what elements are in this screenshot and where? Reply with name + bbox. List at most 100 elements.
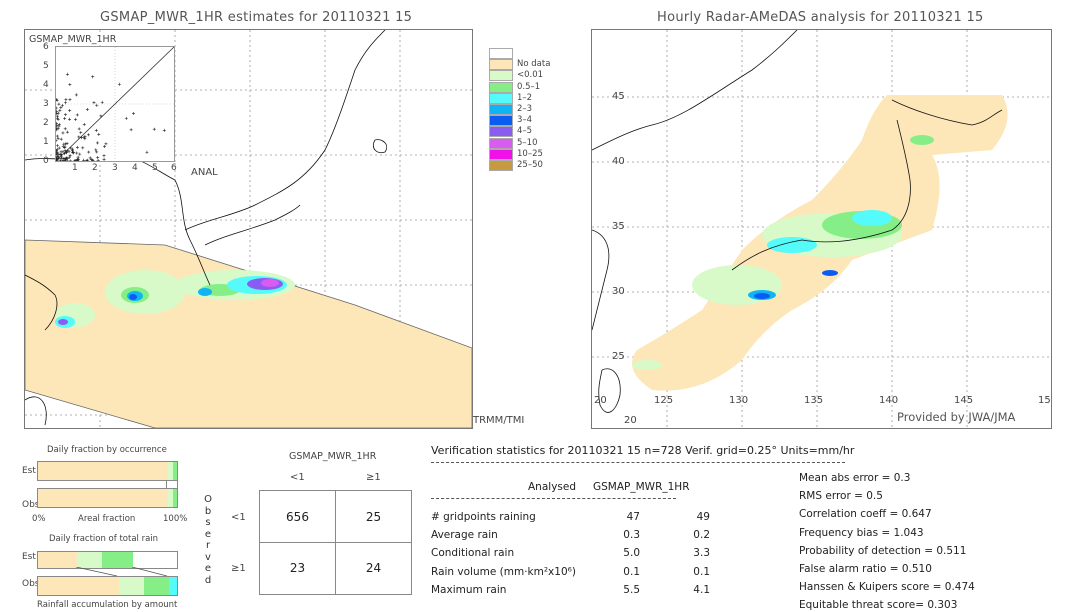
scatter-point [79,131,83,135]
legend-label: 5–10 [517,137,538,148]
lon-label: 20 [594,395,607,406]
scatter-point [61,131,65,135]
scatter-point [96,159,100,161]
rain-connector-lines [75,567,168,576]
occurrence-est-label: Est [22,466,36,476]
legend-label: 2–3 [517,104,533,114]
legend-swatch [489,92,513,104]
scatter-point [56,109,59,113]
legend-swatch [489,115,513,127]
side-label-char: v [205,551,211,563]
contingency-col-label: ≥1 [366,472,381,483]
contingency-cell: 23 [289,561,306,575]
side-label-char: s [205,517,211,528]
column-divider [431,498,676,499]
scatter-graphic [56,47,174,161]
scatter-point [82,122,86,126]
stat-estimate: 4.1 [693,583,710,596]
legend-item: 3–4 [489,115,575,127]
scatter-point [74,93,78,97]
scatter-point [59,137,63,141]
scatter-point [68,109,72,113]
score-line: RMS error = 0.5 [799,490,883,503]
scatter-point [56,111,60,115]
scatter-point [104,142,108,146]
scatter-point [63,127,67,131]
scatter-point [92,101,96,105]
legend-item: 0.5–1 [489,81,575,93]
stat-analysed: 47 [626,511,640,523]
rain-est-label: Est [22,552,36,562]
stat-label: Conditional rain [431,547,515,560]
stat-analysed: 0.1 [623,565,640,578]
legend-label: No data [517,59,551,70]
legend-item: 25–50 [489,160,575,171]
scatter-point [117,82,121,86]
scatter-point [91,75,95,79]
left-map-title: GSMAP_MWR_1HR estimates for 20110321 15 [100,10,413,25]
radar-amedas-map: 45 40 35 30 25 20 125 130 135 140 145 15… [591,29,1052,429]
scatter-point [75,151,79,155]
scatter-point [65,72,69,76]
contingency-header: GSMAP_MWR_1HR [289,451,377,462]
scatter-point [57,102,61,106]
side-label-char: e [204,528,212,540]
scatter-point [69,159,73,161]
contingency-col-label: <1 [290,472,305,483]
legend-swatch [489,104,513,115]
lat-label: 25 [612,351,625,362]
legend-swatch [489,126,513,138]
legend-item: 4–5 [489,126,575,138]
legend-label: 10–25 [517,148,543,159]
bar-segment [76,552,102,568]
scatter-point [152,127,156,131]
legend-item: 1–2 [489,92,575,104]
stat-label: # gridpoints raining [431,511,536,523]
score-line: Probability of detection = 0.511 [799,544,967,557]
side-label-char: d [204,574,212,586]
occurrence-axis-label: Areal fraction [78,514,136,524]
scatter-point [63,142,67,146]
bar-segment [172,462,177,480]
scatter-point [96,156,100,160]
sensor-label: TRMM/TMI [473,415,525,426]
legend-label: 4–5 [517,126,533,137]
lon-label: 125 [654,395,674,406]
scatter-point [65,130,69,134]
legend-item: No data [489,59,575,71]
legend-label: <0.01 [517,70,544,81]
rain-fraction-title: Daily fraction of total rain [49,534,159,544]
bar-segment [101,552,133,568]
scatter-point [68,154,72,158]
legend-label: 3–4 [517,115,533,126]
occurrence-est-bar [37,461,178,481]
score-line: Frequency bias = 1.043 [799,526,924,539]
legend-swatch [489,48,513,59]
side-label-char: r [205,540,211,551]
legend-label: 1–2 [517,92,533,103]
contingency-row-label: ≥1 [231,563,246,574]
radar-map-graphic [592,30,1051,428]
scatter-x-label: ANAL [191,167,218,178]
scatter-point [94,128,98,132]
scatter-point [56,139,58,143]
satellite-swath [25,239,472,428]
lat-label: 20 [624,415,637,426]
bar-segment [38,489,168,507]
lon-label: 140 [879,395,899,406]
side-label-char: O [204,494,212,505]
lat-label: 30 [612,286,625,297]
contingency-cell: 656 [286,510,309,524]
occurrence-title: Daily fraction by occurrence [47,445,167,455]
stat-analysed: 0.3 [623,529,640,542]
observed-side-label: Observed [203,494,213,586]
side-label-char: b [204,505,212,517]
scatter-point [129,128,133,132]
scatter-point [68,83,72,87]
scatter-point [78,152,82,156]
scatter-point [63,116,67,120]
score-line: Equitable threat score= 0.303 [799,599,958,612]
contingency-row-label: <1 [231,512,246,523]
legend-item [489,48,575,59]
bar-segment [168,577,177,595]
